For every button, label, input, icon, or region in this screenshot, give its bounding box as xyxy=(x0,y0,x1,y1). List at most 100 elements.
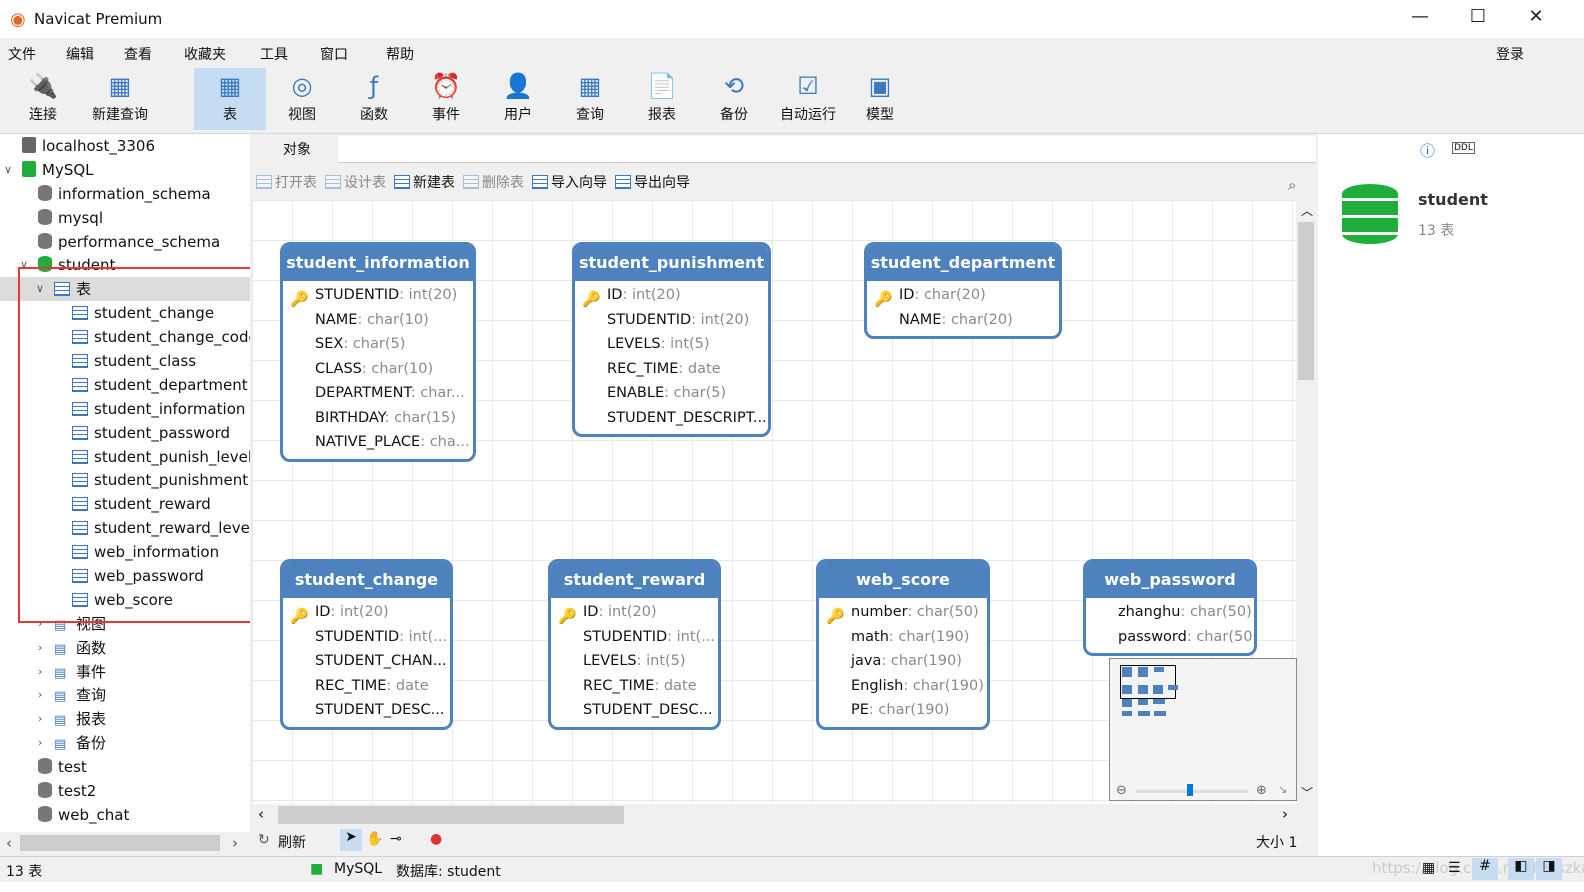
menu-1[interactable]: 编辑 xyxy=(66,38,94,64)
er-field[interactable]: 🔑 ID: int(20) xyxy=(551,600,718,625)
er-field[interactable]: NATIVE_PLACE: cha... xyxy=(283,430,473,455)
er-field[interactable]: password: char(50) xyxy=(1086,625,1254,650)
zoom-out-icon[interactable]: ⊖ xyxy=(1116,783,1127,798)
toolbar-model-button[interactable]: ▣ 模型 xyxy=(844,68,916,130)
tree-item[interactable]: › ▤ 查询 xyxy=(0,683,250,707)
er-table-student_punishment[interactable]: student_punishment 🔑 ID: int(20) STUDENTID:… xyxy=(572,242,771,437)
size-dropdown[interactable]: 大小 1 xyxy=(1256,832,1297,852)
er-field[interactable]: PE: char(190) xyxy=(819,698,987,723)
chevron-down-icon[interactable]: ∨ xyxy=(4,158,12,182)
menu-0[interactable]: 文件 xyxy=(8,38,36,64)
tree-item[interactable]: localhost_3306 xyxy=(0,134,250,158)
er-field[interactable]: DEPARTMENT: char... xyxy=(283,381,473,406)
grid-view-icon[interactable]: ▦ xyxy=(1422,860,1435,876)
tree-item[interactable]: › ▤ 事件 xyxy=(0,660,250,684)
er-field[interactable]: STUDENT_DESCRIPT... xyxy=(575,406,768,431)
er-field[interactable]: NAME: char(10) xyxy=(283,308,473,333)
hand-tool-icon[interactable]: ✋ xyxy=(366,831,383,847)
action-button-4[interactable]: 导入向导 xyxy=(532,172,607,192)
er-field[interactable]: 🔑 ID: int(20) xyxy=(575,283,768,308)
action-button-1[interactable]: 设计表 xyxy=(325,172,386,192)
er-view-icon[interactable]: # xyxy=(1472,858,1498,880)
action-button-2[interactable]: 新建表 xyxy=(394,172,455,192)
chevron-right-icon[interactable]: › xyxy=(38,683,42,707)
tree-item[interactable]: test xyxy=(0,755,250,779)
toolbar-plug-button[interactable]: 🔌 连接 xyxy=(18,68,68,130)
er-field[interactable]: 🔑 STUDENTID: int(20) xyxy=(283,283,473,308)
action-button-0[interactable]: 打开表 xyxy=(256,172,317,192)
er-field[interactable]: STUDENTID: int(20) xyxy=(575,308,768,333)
er-field[interactable]: 🔑 ID: int(20) xyxy=(283,600,450,625)
er-field[interactable]: BIRTHDAY: char(15) xyxy=(283,406,473,431)
pointer-tool-icon[interactable]: ➤ xyxy=(340,829,362,851)
menu-3[interactable]: 收藏夹 xyxy=(184,38,226,64)
er-table-web_score[interactable]: web_score 🔑 number: char(50) math: char(190… xyxy=(816,559,990,730)
er-field[interactable]: REC_TIME: date xyxy=(551,674,718,699)
er-field[interactable]: LEVELS: int(5) xyxy=(575,332,768,357)
tree-item[interactable]: › ▤ 备份 xyxy=(0,731,250,755)
er-field[interactable]: LEVELS: int(5) xyxy=(551,649,718,674)
er-field[interactable]: 🔑 number: char(50) xyxy=(819,600,987,625)
zoom-in-icon[interactable]: ⊕ xyxy=(1256,783,1267,798)
chevron-right-icon[interactable]: › xyxy=(38,707,42,731)
er-field[interactable]: STUDENT_CHAN... xyxy=(283,649,450,674)
ddl-icon[interactable]: DDL xyxy=(1452,142,1475,154)
toolbar-function-button[interactable]: ƒ 函数 xyxy=(338,68,410,130)
list-view-icon[interactable]: ☰ xyxy=(1448,860,1461,876)
toolbar-backup-button[interactable]: ⟲ 备份 xyxy=(698,68,770,130)
menu-4[interactable]: 工具 xyxy=(260,38,288,64)
chevron-right-icon[interactable]: › xyxy=(38,660,42,684)
er-table-student_department[interactable]: student_department 🔑 ID: char(20) NAME: cha… xyxy=(864,242,1062,339)
er-field[interactable]: SEX: char(5) xyxy=(283,332,473,357)
er-field[interactable]: java: char(190) xyxy=(819,649,987,674)
toolbar-schedule-button[interactable]: ☑ 自动运行 xyxy=(772,68,844,130)
search-icon[interactable]: ⌕ xyxy=(1288,176,1296,194)
login-link[interactable]: 登录 xyxy=(1496,44,1524,64)
er-table-student_information[interactable]: student_information 🔑 STUDENTID: int(20) NA… xyxy=(280,242,476,462)
er-field[interactable]: STUDENT_DESC... xyxy=(551,698,718,723)
toolbar-report-button[interactable]: 📄 报表 xyxy=(626,68,698,130)
tree-horizontal-scrollbar[interactable]: ‹ › xyxy=(0,832,250,856)
refresh-icon[interactable]: ↻ xyxy=(258,832,270,848)
info-icon[interactable]: ⓘ xyxy=(1420,140,1435,161)
chevron-right-icon[interactable]: › xyxy=(38,636,42,660)
minimize-button[interactable]: — xyxy=(1400,6,1440,32)
er-table-student_reward[interactable]: student_reward 🔑 ID: int(20) STUDENTID: int… xyxy=(548,559,721,730)
er-field[interactable]: ENABLE: char(5) xyxy=(575,381,768,406)
er-field[interactable]: 🔑 ID: char(20) xyxy=(867,283,1059,308)
action-button-5[interactable]: 导出向导 xyxy=(615,172,690,192)
toolbar-new-query-button[interactable]: ▦ 新建查询 xyxy=(84,68,156,130)
left-panel-icon[interactable]: ◧ xyxy=(1508,858,1534,880)
diagram-minimap[interactable]: ⊖ ⊕ ↘ xyxy=(1109,658,1297,801)
refresh-button[interactable]: 刷新 xyxy=(278,832,306,852)
vertical-scroll-thumb[interactable] xyxy=(1298,222,1314,380)
er-field[interactable]: REC_TIME: date xyxy=(575,357,768,382)
er-field[interactable]: STUDENT_DESC... xyxy=(283,698,450,723)
relation-tool-icon[interactable]: ⊸ xyxy=(390,831,402,847)
er-field[interactable]: zhanghu: char(50) xyxy=(1086,600,1254,625)
tree-item[interactable]: ∨ MySQL xyxy=(0,158,250,182)
toolbar-view-button[interactable]: ◎ 视图 xyxy=(266,68,338,130)
toolbar-user-button[interactable]: 👤 用户 xyxy=(482,68,554,130)
er-field[interactable]: NAME: char(20) xyxy=(867,308,1059,333)
tree-item[interactable]: mysql xyxy=(0,206,250,230)
menu-2[interactable]: 查看 xyxy=(124,38,152,64)
tree-item[interactable]: › ▤ 报表 xyxy=(0,707,250,731)
close-button[interactable]: ✕ xyxy=(1516,6,1556,32)
er-field[interactable]: STUDENTID: int(... xyxy=(283,625,450,650)
tree-item[interactable]: web_chat xyxy=(0,803,250,827)
er-table-student_change[interactable]: student_change 🔑 ID: int(20) STUDENTID: int… xyxy=(280,559,453,730)
tree-item[interactable]: › ▤ 函数 xyxy=(0,636,250,660)
color-icon[interactable]: ● xyxy=(430,831,442,847)
er-table-web_password[interactable]: web_password zhanghu: char(50) password: c… xyxy=(1083,559,1257,656)
menu-5[interactable]: 窗口 xyxy=(320,38,348,64)
chevron-right-icon[interactable]: › xyxy=(38,731,42,755)
maximize-button[interactable]: ☐ xyxy=(1458,6,1498,32)
toolbar-table-button[interactable]: ▦ 表 xyxy=(194,68,266,130)
er-field[interactable]: CLASS: char(10) xyxy=(283,357,473,382)
tree-item[interactable]: test2 xyxy=(0,779,250,803)
er-field[interactable]: English: char(190) xyxy=(819,674,987,699)
er-field[interactable]: REC_TIME: date xyxy=(283,674,450,699)
tree-item[interactable]: information_schema xyxy=(0,182,250,206)
action-button-3[interactable]: 删除表 xyxy=(463,172,524,192)
